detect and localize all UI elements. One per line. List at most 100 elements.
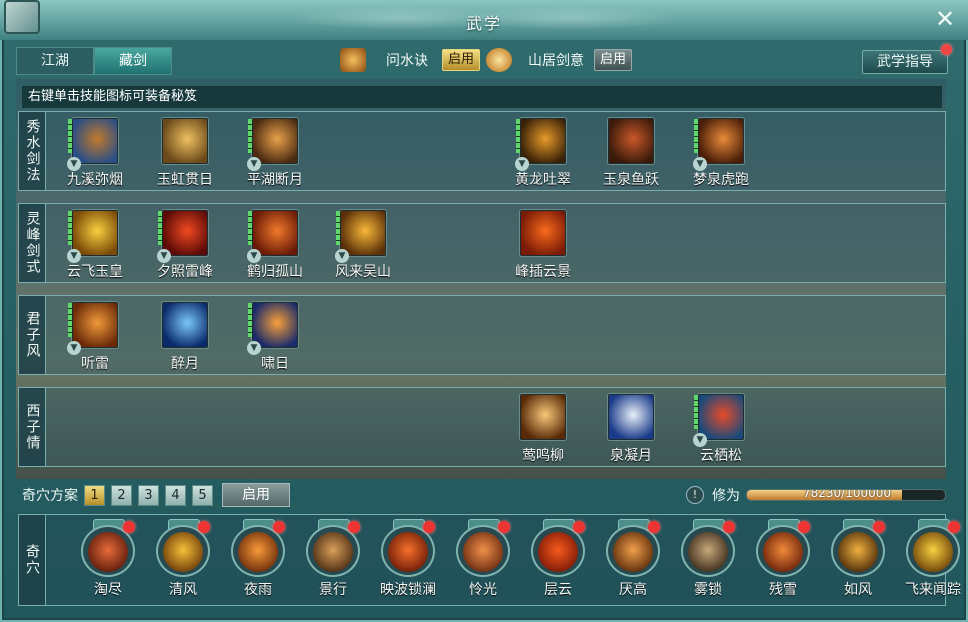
tab-cangjian[interactable]: 藏剑 (94, 47, 172, 75)
tinglei-icon[interactable]: ▼ (67, 302, 118, 355)
acupoint-slot[interactable]: 景行 (296, 519, 370, 599)
quanning-icon[interactable] (608, 394, 654, 440)
skill-slot[interactable]: ▼ 九溪弥烟 (59, 118, 131, 189)
feilai-icon[interactable] (913, 532, 953, 572)
chevron-down-icon[interactable]: ▼ (247, 157, 261, 171)
plan-option-2[interactable]: 2 (111, 484, 132, 506)
skill-slot[interactable]: ▼ 平湖断月 (239, 118, 311, 189)
mengquan-icon[interactable]: ▼ (693, 118, 744, 171)
acupoint-slot[interactable]: 雾锁 (671, 519, 745, 599)
taojin-icon[interactable] (88, 532, 128, 572)
yuquan-icon[interactable] (608, 118, 654, 164)
chevron-down-icon[interactable]: ▼ (693, 433, 707, 447)
secret-book-slots-indicator (336, 211, 340, 245)
chevron-down-icon[interactable]: ▼ (67, 249, 81, 263)
skill-slot[interactable]: ▼ 风来吴山 (327, 210, 399, 281)
jingxing-icon[interactable] (313, 532, 353, 572)
chevron-down-icon[interactable]: ▼ (67, 341, 81, 355)
notification-dot-icon (348, 521, 360, 533)
skill-slot[interactable]: 玉虹贯日 (149, 118, 221, 189)
yangao-icon[interactable] (613, 532, 653, 572)
yunqi-icon[interactable]: ▼ (693, 394, 744, 447)
acupoint-slot[interactable]: 怜光 (446, 519, 520, 599)
school-label: 灵峰剑式 (19, 204, 46, 282)
chevron-down-icon[interactable]: ▼ (693, 157, 707, 171)
skill-slot[interactable]: 泉凝月 (595, 394, 667, 465)
yunfei-icon[interactable]: ▼ (67, 210, 118, 263)
lianguang-icon[interactable] (463, 532, 503, 572)
plan-option-3[interactable]: 3 (138, 484, 159, 506)
info-icon[interactable]: ! (686, 486, 704, 504)
wusuo-icon[interactable] (688, 532, 728, 572)
yuhong-icon[interactable] (162, 118, 208, 164)
acupoint-slot[interactable]: 夜雨 (221, 519, 295, 599)
skill-slot[interactable]: ▼ 鹤归孤山 (239, 210, 311, 281)
shanju-path-icon[interactable] (486, 48, 513, 72)
hegui-icon[interactable]: ▼ (247, 210, 298, 263)
plan-option-1[interactable]: 1 (84, 484, 105, 506)
secret-book-slots-indicator (248, 211, 252, 245)
wenshui-enable-button[interactable]: 启用 (442, 49, 481, 71)
plan-enable-button[interactable]: 启用 (222, 483, 290, 507)
skill-slot[interactable]: ▼ 云栖松 (685, 394, 757, 465)
skill-slot[interactable]: ▼ 梦泉虎跑 (685, 118, 757, 189)
acupoint-slot[interactable]: 清风 (146, 519, 220, 599)
skill-slot[interactable]: ▼ 黄龙吐翠 (507, 118, 579, 189)
plan-option-5[interactable]: 5 (192, 484, 213, 506)
fenglai-icon[interactable]: ▼ (335, 210, 386, 263)
plan-option-4[interactable]: 4 (165, 484, 186, 506)
skill-slot[interactable]: 玉泉鱼跃 (595, 118, 667, 189)
skill-slot[interactable]: 峰插云景 (507, 210, 579, 281)
skill-slot[interactable]: 莺鸣柳 (507, 394, 579, 465)
acupoint-name: 景行 (319, 582, 347, 598)
acupoint-name: 如风 (844, 582, 872, 598)
skill-slot[interactable]: ▼ 听雷 (59, 302, 131, 373)
yingbo-icon[interactable] (388, 532, 428, 572)
tab-jianghu[interactable]: 江湖 (16, 47, 94, 75)
path-name-shanju: 山居剑意 (528, 53, 585, 69)
acupoint-slot[interactable]: 淘尽 (71, 519, 145, 599)
cultivation-value: 78230/100000 (803, 489, 892, 500)
acupoint-slot[interactable]: 残雪 (746, 519, 820, 599)
chevron-down-icon[interactable]: ▼ (335, 249, 349, 263)
skill-name: 九溪弥烟 (67, 172, 123, 188)
acupoint-slot[interactable]: 如风 (821, 519, 895, 599)
cengyun-icon[interactable] (538, 532, 578, 572)
acupoint-slot[interactable]: 飞来闻踪 (896, 519, 968, 599)
shanju-enable-button[interactable]: 启用 (594, 49, 633, 71)
chevron-down-icon[interactable]: ▼ (247, 249, 261, 263)
rufeng-icon[interactable] (838, 532, 878, 572)
skill-slot[interactable]: ▼ 夕照雷峰 (149, 210, 221, 281)
xiaori-icon[interactable]: ▼ (247, 302, 298, 355)
skill-slot[interactable]: 醉月 (149, 302, 221, 373)
wenshui-path-icon[interactable] (340, 48, 366, 72)
skill-slot[interactable]: ▼ 云飞玉皇 (59, 210, 131, 281)
yeyu-icon[interactable] (238, 532, 278, 572)
secret-book-slots-indicator (68, 119, 72, 153)
jiuxi-icon[interactable]: ▼ (67, 118, 118, 171)
canxue-icon[interactable] (763, 532, 803, 572)
yingming-icon[interactable] (520, 394, 566, 440)
zuiyue-icon[interactable] (162, 302, 208, 348)
huanglong-icon[interactable]: ▼ (515, 118, 566, 171)
chevron-down-icon[interactable]: ▼ (67, 157, 81, 171)
acupoint-name: 雾锁 (694, 582, 722, 598)
pinghu-icon[interactable]: ▼ (247, 118, 298, 171)
acupoint-slot[interactable]: 厌高 (596, 519, 670, 599)
acupoint-slot[interactable]: 层云 (521, 519, 595, 599)
notification-dot-icon (573, 521, 585, 533)
secret-book-slots-indicator (68, 211, 72, 245)
acupoint-frame (154, 519, 212, 577)
xizhao-icon[interactable]: ▼ (157, 210, 208, 263)
close-icon[interactable]: ✕ (932, 6, 958, 32)
fengcha-icon[interactable] (520, 210, 566, 256)
chevron-down-icon[interactable]: ▼ (247, 341, 261, 355)
chevron-down-icon[interactable]: ▼ (157, 249, 171, 263)
skill-name: 黄龙吐翠 (515, 172, 571, 188)
chevron-down-icon[interactable]: ▼ (515, 157, 529, 171)
acupoint-slot[interactable]: 映波锁澜 (371, 519, 445, 599)
skill-slot[interactable]: ▼ 啸日 (239, 302, 311, 373)
martial-guide-button[interactable]: 武学指导 (862, 50, 948, 74)
qingfeng-icon[interactable] (163, 532, 203, 572)
notification-dot-icon (498, 521, 510, 533)
